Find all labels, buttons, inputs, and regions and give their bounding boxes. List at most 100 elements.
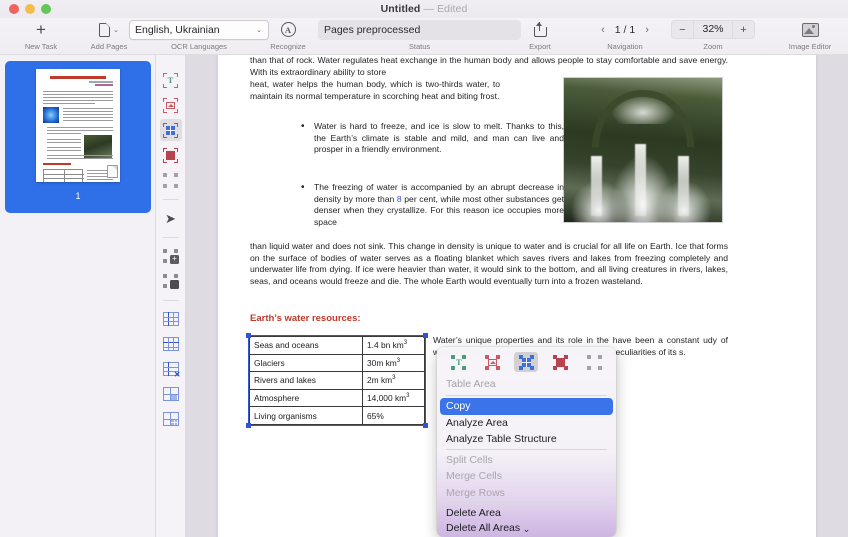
app-window: Untitled — Edited + New Task ⌄ Add Pages — [0, 0, 848, 537]
context-text-area-button[interactable]: T — [447, 352, 471, 372]
table-cell-value[interactable]: 65% — [362, 406, 425, 425]
table-cell-label[interactable]: Living organisms — [249, 406, 363, 425]
text-area-icon: T — [163, 72, 178, 88]
toolbar-navigation-group[interactable]: ‹ 1 / 1 › Navigation — [576, 18, 674, 55]
table-row[interactable]: Glaciers 30m km3 — [249, 353, 425, 373]
thumb-blue-image — [43, 107, 59, 123]
table-cell-value[interactable]: 14,000 km3 — [362, 388, 425, 408]
ocr-languages-value: English, Ukrainian — [135, 23, 220, 36]
next-page-button[interactable]: › — [645, 24, 649, 36]
subtract-area-tool[interactable] — [160, 270, 182, 292]
table-cell-value[interactable]: 30m km3 — [362, 353, 425, 373]
table-cell-label[interactable]: Rivers and lakes — [249, 371, 363, 390]
prev-page-button[interactable]: ‹ — [601, 24, 605, 36]
table-row[interactable]: Seas and oceans 1.4 bn km3 — [249, 336, 425, 355]
title-dash: — — [423, 3, 435, 15]
toolbar-ocr-languages-group[interactable]: English, Ukrainian ⌄ OCR Languages — [126, 18, 272, 55]
ocr-languages-select-wrap[interactable]: English, Ukrainian ⌄ — [129, 18, 269, 41]
dashed-area-icon — [163, 172, 178, 188]
context-menu-divider-2 — [446, 448, 607, 450]
menu-item-copy[interactable]: Copy — [440, 398, 613, 415]
main-toolbar: + New Task ⌄ Add Pages English, Ukrainia… — [0, 18, 848, 55]
zoom-controls[interactable]: − 32% + — [671, 18, 755, 41]
barcode-area-tool[interactable] — [160, 144, 182, 166]
recognize-icon: A — [280, 22, 296, 37]
merge-cells-tool[interactable] — [160, 383, 182, 405]
table-area-icon — [163, 122, 178, 138]
context-barcode-area-button[interactable] — [548, 352, 572, 372]
new-task-button[interactable]: + — [36, 18, 46, 41]
table-row[interactable]: Living organisms 65% — [249, 406, 425, 425]
menu-item-analyze-area[interactable]: Analyze Area — [437, 415, 616, 432]
waterfall-photo-1[interactable] — [563, 77, 723, 223]
menu-item-delete-area[interactable]: Delete Area — [437, 505, 616, 522]
table-cell-value[interactable]: 1.4 bn km3 — [362, 336, 425, 355]
recognize-button[interactable]: A — [280, 18, 296, 41]
page-thumbnail-1[interactable]: 1 — [5, 61, 151, 213]
recognition-area-tool[interactable] — [160, 169, 182, 191]
image-editor-button[interactable] — [801, 18, 819, 41]
new-task-label: New Task — [24, 42, 58, 51]
ocr-languages-select[interactable]: English, Ukrainian ⌄ — [129, 19, 269, 40]
section-heading: Earth’s water resources: — [250, 313, 361, 324]
context-menu-area-type-row[interactable]: T — [437, 349, 616, 375]
toolbar-image-editor-group[interactable]: Image Editor — [776, 18, 844, 55]
split-cells-tool[interactable] — [160, 408, 182, 430]
table-merge-cells-icon — [162, 387, 179, 401]
context-table-area-button[interactable] — [514, 352, 539, 372]
menu-scroll-down-chevron[interactable]: ⌄ — [437, 523, 616, 536]
bullet-2-continuation: than liquid water and does not sink. Thi… — [250, 241, 728, 286]
table-cell-label[interactable]: Atmosphere — [249, 388, 363, 408]
thumb-subtitle-line-2 — [95, 84, 113, 86]
resize-handle-top-right[interactable] — [423, 333, 428, 338]
document-table[interactable]: Seas and oceans 1.4 bn km3 Glaciers 30m … — [249, 336, 425, 425]
table-cell-value[interactable]: 2m km3 — [362, 371, 425, 390]
bullet-item-2: The freezing of water is accompanied by … — [301, 182, 564, 228]
window-title-text: Untitled — [380, 3, 421, 15]
toolstrip-divider-2 — [162, 237, 179, 238]
navigation-label: Navigation — [607, 42, 643, 51]
zoom-in-button[interactable]: + — [733, 20, 754, 39]
toolstrip-divider-3 — [162, 300, 179, 301]
plus-icon: + — [36, 20, 46, 39]
toolbar-export-group[interactable]: Export — [512, 18, 568, 55]
zoom-level-value[interactable]: 32% — [693, 20, 733, 39]
bullet-item-1: Water is hard to freeze, and ice is slow… — [301, 121, 564, 156]
add-pages-label: Add Pages — [90, 42, 128, 51]
table-cell-label[interactable]: Glaciers — [249, 353, 363, 373]
toolbar-zoom-group[interactable]: − 32% + Zoom — [668, 18, 758, 55]
navigation-controls[interactable]: ‹ 1 / 1 › — [601, 18, 649, 41]
add-horizontal-separator-tool[interactable] — [160, 333, 182, 355]
remove-separator-tool[interactable]: ✕ — [160, 358, 182, 380]
text-area-tool[interactable]: T — [160, 69, 182, 91]
toolbar-new-task-group[interactable]: + New Task — [6, 18, 76, 55]
text-area-glyph: T — [167, 75, 174, 85]
menu-item-analyze-table-structure[interactable]: Analyze Table Structure — [437, 431, 616, 448]
image-editor-icon — [801, 22, 819, 37]
table-row[interactable]: Atmosphere 14,000 km3 — [249, 388, 425, 408]
export-share-icon — [533, 22, 547, 37]
add-area-tool[interactable]: + — [160, 245, 182, 267]
image-editor-label: Image Editor — [788, 42, 832, 51]
resize-handle-bottom-left[interactable] — [246, 423, 251, 428]
context-recognition-area-button[interactable] — [582, 352, 606, 372]
context-image-area-button[interactable] — [481, 352, 505, 372]
page-thumbnail-number: 1 — [75, 191, 81, 201]
resize-handle-bottom-right[interactable] — [423, 423, 428, 428]
add-pages-button[interactable]: ⌄ — [99, 18, 119, 41]
export-button[interactable] — [533, 18, 547, 41]
toolbar-recognize-group[interactable]: A Recognize — [258, 18, 318, 55]
table-cell-label[interactable]: Seas and oceans — [249, 336, 363, 355]
table-area-selection[interactable]: Seas and oceans 1.4 bn km3 Glaciers 30m … — [246, 333, 428, 428]
zoom-out-button[interactable]: − — [672, 20, 693, 39]
menu-item-merge-cells: Merge Cells — [446, 470, 503, 482]
image-area-tool[interactable] — [160, 94, 182, 116]
add-vertical-separator-tool[interactable] — [160, 308, 182, 330]
zoom-label: Zoom — [703, 42, 723, 51]
table-area-context-menu[interactable]: T Table Area Copy Analyze Area Analyze T… — [437, 347, 616, 537]
select-tool[interactable]: ➤ — [160, 207, 182, 229]
table-row[interactable]: Rivers and lakes 2m km3 — [249, 371, 425, 390]
resize-handle-top-left[interactable] — [246, 333, 251, 338]
table-area-tool[interactable] — [159, 119, 182, 141]
context-menu-caption: Table Area — [446, 378, 496, 390]
